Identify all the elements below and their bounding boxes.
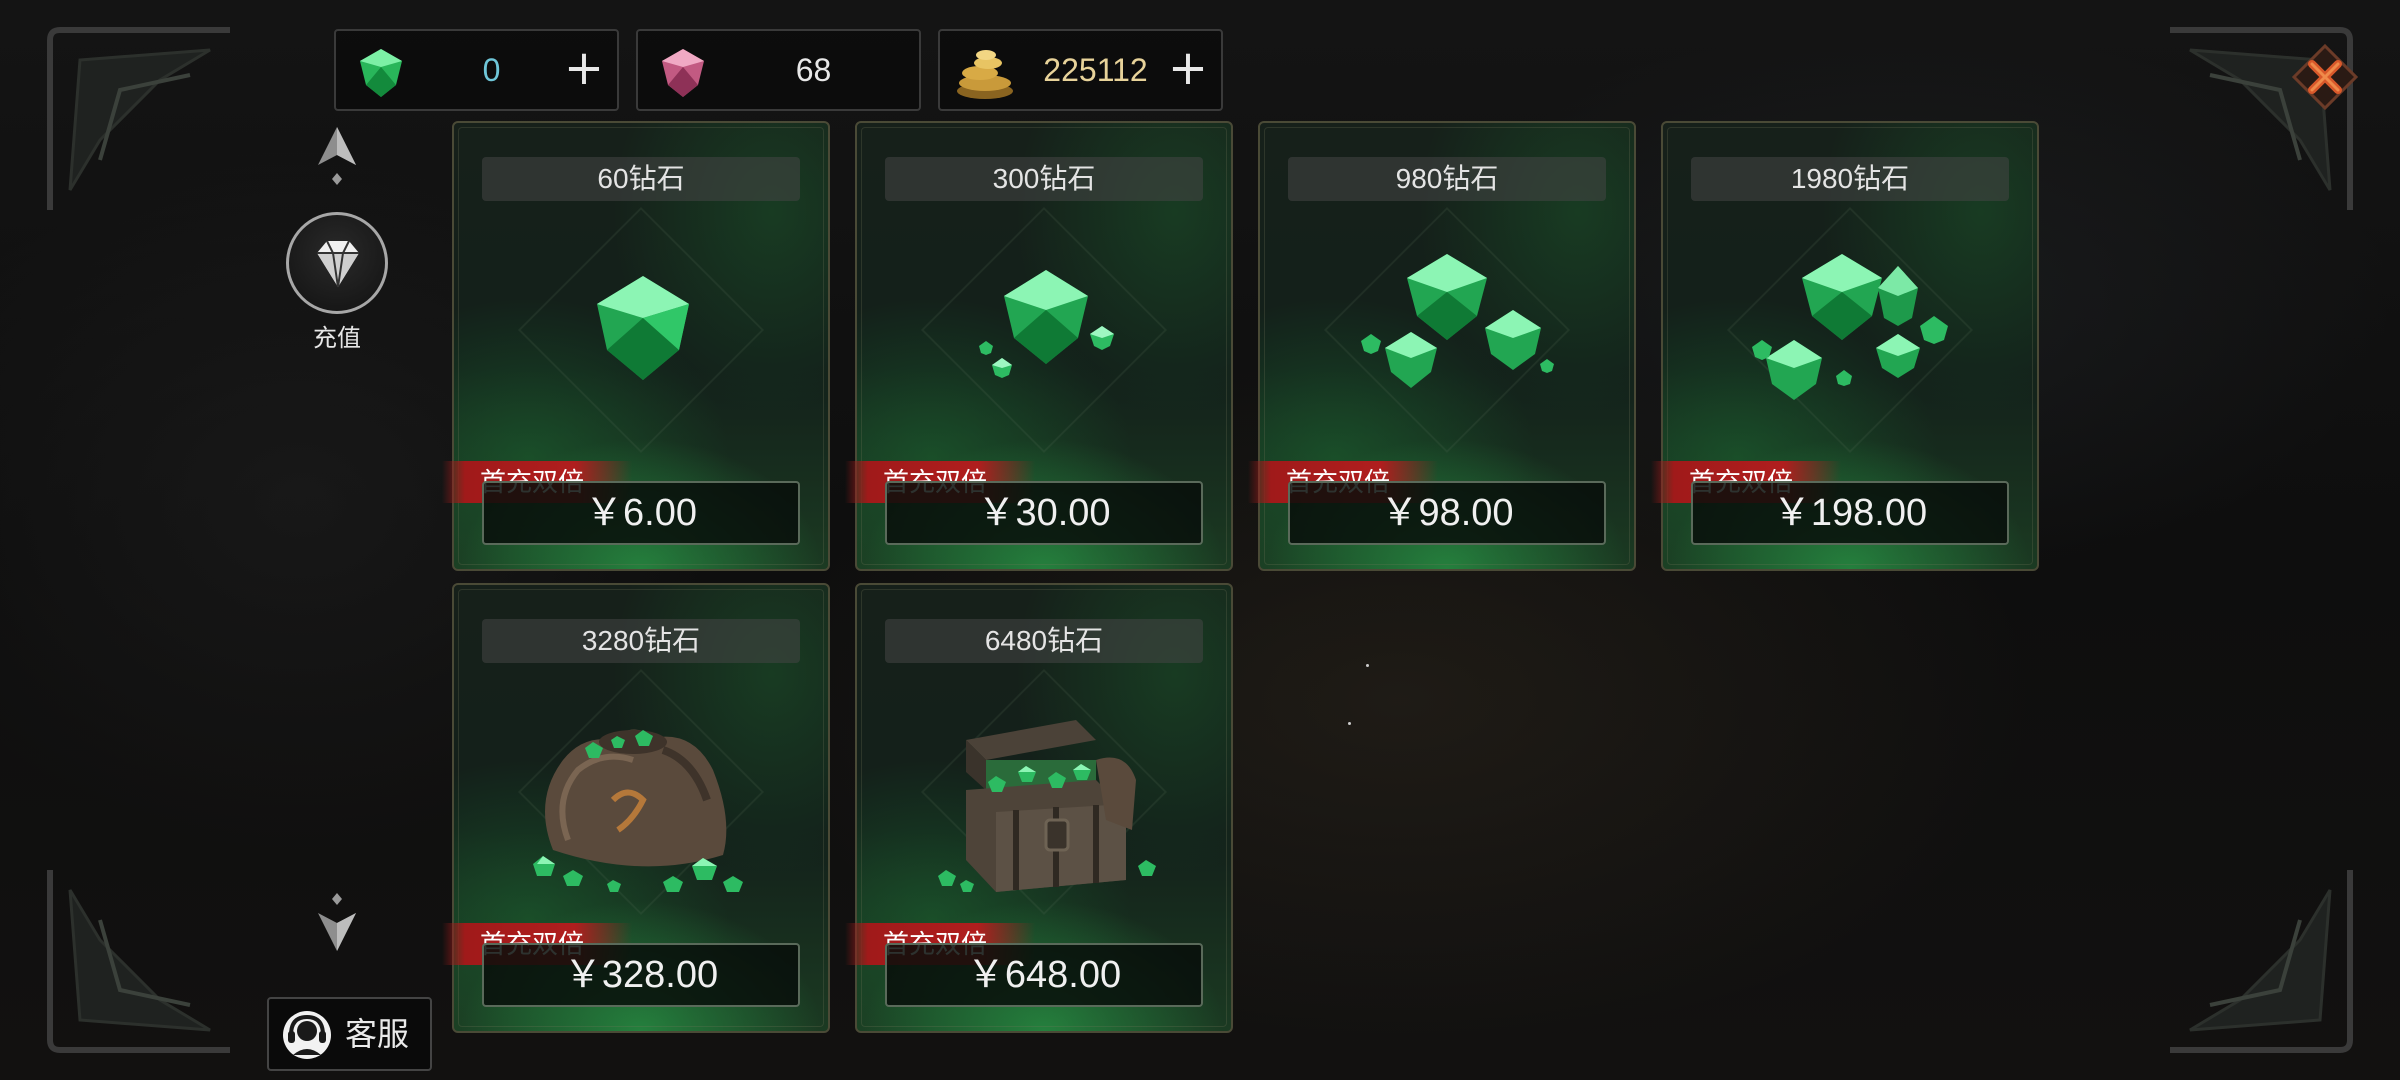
price-button[interactable]: ￥198.00 bbox=[1691, 481, 2009, 545]
price-button[interactable]: ￥30.00 bbox=[885, 481, 1203, 545]
tab-recharge-label: 充值 bbox=[313, 325, 361, 352]
price-button[interactable]: ￥98.00 bbox=[1288, 481, 1606, 545]
diamond-icon bbox=[317, 240, 359, 288]
product-title: 60钻石 bbox=[482, 157, 800, 201]
product-card-3280[interactable]: 3280钻石 ￥328.00 bbox=[442, 583, 830, 1033]
currency-value: 225112 bbox=[1043, 52, 1148, 88]
price-button[interactable]: ￥6.00 bbox=[482, 481, 800, 545]
treasure-chest-icon bbox=[896, 680, 1196, 920]
product-card-1980[interactable]: 1980钻石 ￥198.00 bbox=[1651, 121, 2039, 571]
tab-recharge[interactable]: 充值 bbox=[282, 212, 392, 352]
product-card-6480[interactable]: 6480钻石 ￥648.00 bbox=[845, 583, 1233, 1033]
currency-pink-diamonds: 68 bbox=[636, 29, 921, 111]
product-card-60[interactable]: 60钻石 首充双倍 ￥6.00 bbox=[442, 121, 830, 571]
price-button[interactable]: ￥328.00 bbox=[482, 943, 800, 1007]
sparkle bbox=[1366, 664, 1369, 667]
customer-service-button[interactable]: 客服 bbox=[267, 997, 432, 1071]
close-icon bbox=[2291, 43, 2359, 111]
currency-value: 68 bbox=[795, 52, 832, 88]
product-card-300[interactable]: 300钻石 首充双倍 bbox=[845, 121, 1233, 571]
headset-icon bbox=[283, 1011, 331, 1059]
close-button[interactable] bbox=[2290, 42, 2360, 112]
corner-ornament bbox=[2160, 860, 2360, 1060]
corner-ornament bbox=[40, 860, 240, 1060]
add-currency-button[interactable]: + bbox=[559, 44, 609, 95]
currency-gold-coins: 225112 + bbox=[938, 29, 1223, 111]
gem-cluster-icon bbox=[896, 218, 1196, 458]
gem-sack-icon bbox=[493, 680, 793, 920]
product-title: 300钻石 bbox=[885, 157, 1203, 201]
gem-cluster-icon bbox=[1702, 218, 2002, 458]
product-title: 6480钻石 bbox=[885, 619, 1203, 663]
product-title: 980钻石 bbox=[1288, 157, 1606, 201]
customer-service-label: 客服 bbox=[345, 1016, 410, 1052]
scroll-up-button[interactable] bbox=[312, 125, 362, 185]
product-title: 1980钻石 bbox=[1691, 157, 2009, 201]
arrow-up-icon bbox=[318, 127, 356, 185]
corner-ornament bbox=[40, 20, 240, 220]
price-button[interactable]: ￥648.00 bbox=[885, 943, 1203, 1007]
gem-cluster-icon bbox=[1299, 218, 1599, 458]
green-diamond-icon bbox=[346, 37, 416, 107]
product-card-980[interactable]: 980钻石 首充双倍 ￥98.00 bbox=[1248, 121, 1636, 571]
pink-diamond-icon bbox=[648, 37, 718, 107]
product-title: 3280钻石 bbox=[482, 619, 800, 663]
gem-icon bbox=[493, 218, 793, 458]
add-currency-button[interactable]: + bbox=[1163, 44, 1213, 95]
arrow-down-icon bbox=[318, 893, 356, 951]
scroll-down-button[interactable] bbox=[312, 893, 362, 953]
shop-screen: 0 + 68 225112 + 充值 客服 60钻石 ￥6.00 300钻石 ￥… bbox=[0, 0, 2400, 1080]
currency-value: 0 bbox=[482, 52, 501, 88]
tab-recharge-badge bbox=[286, 212, 388, 314]
sparkle bbox=[1348, 722, 1351, 725]
currency-green-diamonds: 0 + bbox=[334, 29, 619, 111]
gold-coins-icon bbox=[950, 37, 1020, 107]
